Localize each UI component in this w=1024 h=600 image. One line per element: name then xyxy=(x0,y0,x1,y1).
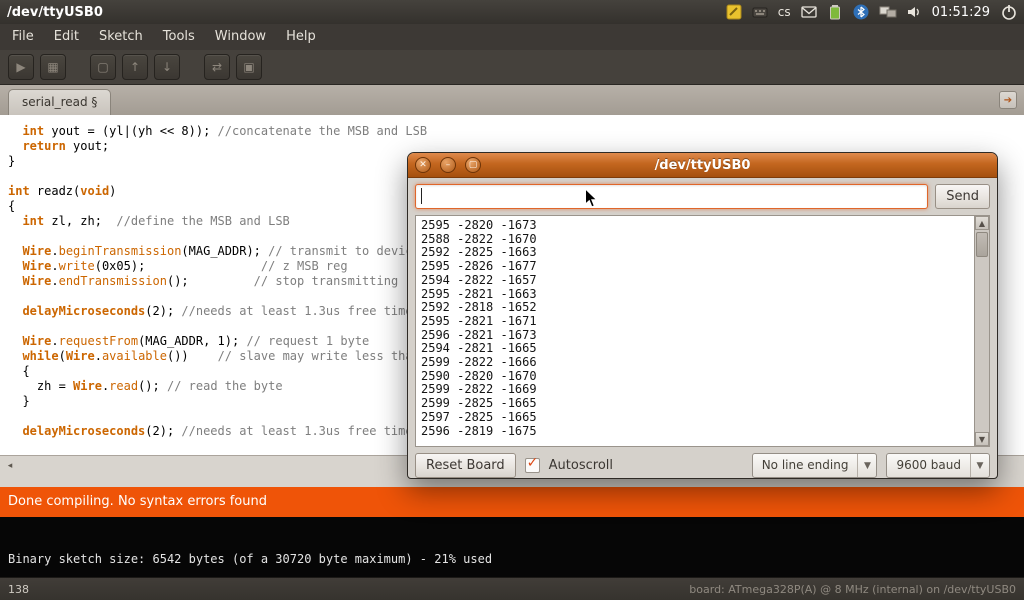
close-icon[interactable]: ✕ xyxy=(415,157,431,173)
screen: /dev/ttyUSB0 cs xyxy=(0,0,1024,600)
top-panel: /dev/ttyUSB0 cs xyxy=(0,0,1024,24)
window-controls: ✕ – ▢ xyxy=(415,157,481,173)
serial-output-line: 2599 -2825 -1665 xyxy=(421,397,984,411)
stop-button[interactable]: ▦ xyxy=(40,54,66,80)
serial-output-line: 2595 -2826 -1677 xyxy=(421,260,984,274)
bluetooth-icon[interactable] xyxy=(853,4,869,20)
tab-menu-button[interactable]: ➔ xyxy=(999,91,1017,109)
scroll-up-icon[interactable]: ▲ xyxy=(975,216,989,230)
serial-output-line: 2592 -2818 -1652 xyxy=(421,301,984,315)
chevron-down-icon[interactable]: ▼ xyxy=(970,454,989,477)
serial-output-line: 2599 -2822 -1666 xyxy=(421,356,984,370)
serial-output-line: 2594 -2821 -1665 xyxy=(421,342,984,356)
baud-rate-value: 9600 baud xyxy=(887,454,970,477)
volume-icon[interactable] xyxy=(907,4,922,20)
serial-output-line: 2588 -2822 -1670 xyxy=(421,233,984,247)
menu-item-file[interactable]: File xyxy=(2,24,44,50)
baud-rate-select[interactable]: 9600 baud ▼ xyxy=(886,453,990,478)
line-ending-value: No line ending xyxy=(753,454,858,477)
serial-output-area[interactable]: 2595 -2820 -16732588 -2822 -16702592 -28… xyxy=(415,215,990,447)
reset-board-button[interactable]: Reset Board xyxy=(415,453,516,478)
serial-output-line: 2595 -2821 -1671 xyxy=(421,315,984,329)
board-info: board: ATmega328P(A) @ 8 MHz (internal) … xyxy=(689,583,1016,596)
verify-button[interactable]: ▶ xyxy=(8,54,34,80)
scroll-down-icon[interactable]: ▼ xyxy=(975,432,989,446)
console-output: Binary sketch size: 6542 bytes (of a 307… xyxy=(0,517,1024,577)
menu-item-sketch[interactable]: Sketch xyxy=(89,24,153,50)
serial-output-line: 2595 -2821 -1663 xyxy=(421,288,984,302)
serial-monitor-titlebar[interactable]: ✕ – ▢ /dev/ttyUSB0 xyxy=(408,153,997,178)
serial-output-line: 2594 -2822 -1657 xyxy=(421,274,984,288)
serial-send-input[interactable] xyxy=(415,184,928,209)
serial-output-line: 2599 -2822 -1669 xyxy=(421,383,984,397)
serial-scrollbar[interactable]: ▲ ▼ xyxy=(974,216,989,446)
serial-monitor-controls: Reset Board ✓ Autoscroll No line ending … xyxy=(408,447,997,484)
serial-output-line: 2596 -2819 -1675 xyxy=(421,425,984,439)
clock[interactable]: 01:51:29 xyxy=(932,5,990,20)
compile-status-text: Done compiling. No syntax errors found xyxy=(8,494,267,509)
scrollbar-thumb[interactable] xyxy=(976,232,988,257)
footer-status-bar: 138 board: ATmega328P(A) @ 8 MHz (intern… xyxy=(0,577,1024,600)
code-line: int yout = (yl|(yh << 8)); //concatenate… xyxy=(8,124,1024,139)
serial-output: 2595 -2820 -16732588 -2822 -16702592 -28… xyxy=(416,216,989,446)
menubar: FileEditSketchToolsWindowHelp xyxy=(0,24,1024,50)
serial-output-line: 2592 -2825 -1663 xyxy=(421,246,984,260)
menu-item-help[interactable]: Help xyxy=(276,24,326,50)
tab-bar: serial_read § ➔ xyxy=(0,85,1024,115)
keyboard-icon[interactable] xyxy=(752,4,768,20)
serial-output-line: 2590 -2820 -1670 xyxy=(421,370,984,384)
toolbar: ▶▦ ▢↑↓ ⇄▣ xyxy=(0,50,1024,85)
autoscroll-label: Autoscroll xyxy=(549,458,613,473)
keyboard-layout-indicator[interactable]: cs xyxy=(778,5,791,19)
text-caret xyxy=(421,188,422,204)
upload-button[interactable]: ⇄ xyxy=(204,54,230,80)
serial-output-line: 2596 -2821 -1673 xyxy=(421,329,984,343)
maximize-icon[interactable]: ▢ xyxy=(465,157,481,173)
serial-output-line: 2595 -2820 -1673 xyxy=(421,219,984,233)
minimize-icon[interactable]: – xyxy=(440,157,456,173)
hscroll-left-arrow-icon[interactable]: ◂ xyxy=(3,459,17,472)
line-ending-select[interactable]: No line ending ▼ xyxy=(752,453,878,478)
serial-monitor-button[interactable]: ▣ xyxy=(236,54,262,80)
send-button[interactable]: Send xyxy=(935,184,990,209)
save-button[interactable]: ↓ xyxy=(154,54,180,80)
open-button[interactable]: ↑ xyxy=(122,54,148,80)
autoscroll-checkbox[interactable]: ✓ xyxy=(525,458,540,473)
window-title: /dev/ttyUSB0 xyxy=(7,5,103,20)
menu-item-edit[interactable]: Edit xyxy=(44,24,89,50)
checkmark-icon: ✓ xyxy=(527,455,539,471)
line-number-indicator: 138 xyxy=(8,583,29,596)
serial-monitor-window: ✕ – ▢ /dev/ttyUSB0 Send 2595 -2820 -1673… xyxy=(407,152,998,479)
serial-monitor-title: /dev/ttyUSB0 xyxy=(408,158,997,173)
tab-serial-read[interactable]: serial_read § xyxy=(8,89,111,115)
mail-icon[interactable] xyxy=(801,4,817,20)
new-button[interactable]: ▢ xyxy=(90,54,116,80)
system-tray: cs 01:51:29 xyxy=(726,3,1018,21)
note-indicator-icon[interactable] xyxy=(726,4,742,20)
chevron-down-icon[interactable]: ▼ xyxy=(857,454,876,477)
menu-item-window[interactable]: Window xyxy=(205,24,276,50)
menu-item-tools[interactable]: Tools xyxy=(153,24,205,50)
console-line: Binary sketch size: 6542 bytes (of a 307… xyxy=(8,552,1016,566)
serial-output-line: 2597 -2825 -1665 xyxy=(421,411,984,425)
compile-status-bar: Done compiling. No syntax errors found xyxy=(0,487,1024,517)
serial-input-row: Send xyxy=(408,178,997,212)
network-icon[interactable] xyxy=(879,5,897,19)
battery-icon[interactable] xyxy=(827,4,843,20)
session-power-icon[interactable] xyxy=(1000,3,1018,21)
